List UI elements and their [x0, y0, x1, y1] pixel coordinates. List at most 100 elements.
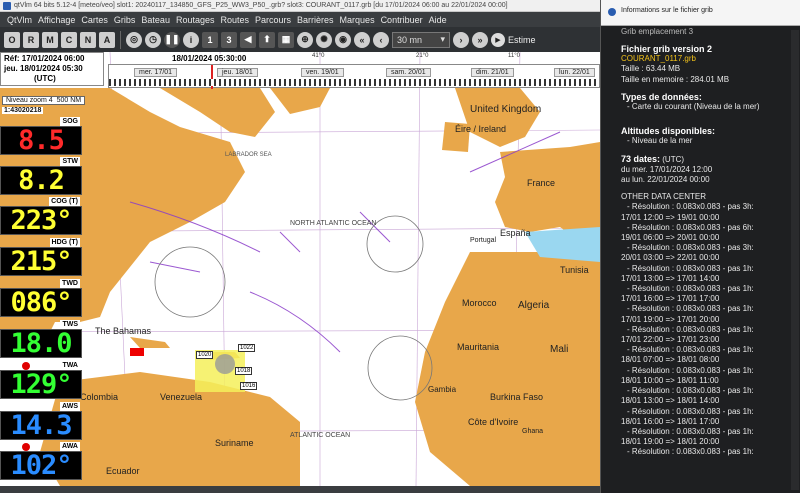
toolbar-separator: [120, 30, 121, 49]
rewind-icon[interactable]: «: [354, 31, 370, 48]
instrument-aws[interactable]: AWS 14.3: [0, 402, 82, 440]
resolution-line: 18/01 07:00 => 18/01 08:00: [621, 355, 720, 365]
menu-barrieres[interactable]: Barrières: [294, 15, 337, 25]
instrument-value: 8.5: [0, 126, 82, 155]
forward-icon[interactable]: ›: [453, 31, 469, 48]
resolution-line: 20/01 03:00 => 22/01 00:00: [621, 253, 720, 263]
resolution-line: - Résolution : 0.083x0.083 - pas 1h:: [627, 324, 754, 334]
tool-m-button[interactable]: M: [42, 31, 58, 48]
clock-icon[interactable]: ◷: [145, 31, 161, 48]
instrument-value: 086°: [0, 288, 82, 317]
target-icon[interactable]: ◉: [335, 31, 351, 48]
date-label: lun. 22/01: [554, 68, 595, 77]
map-label-mali: Mali: [550, 344, 569, 355]
estime-button[interactable]: ▶ Estime: [491, 32, 536, 47]
panel-scrollbar[interactable]: [791, 30, 799, 490]
resolution-line: - Résolution : 0.083x0.083 - pas 1h:: [627, 365, 754, 375]
tool-a-button[interactable]: A: [99, 31, 115, 48]
status-bar: [0, 486, 600, 493]
menu-contribuer[interactable]: Contribuer: [378, 15, 426, 25]
waypoint-1020[interactable]: 1020: [196, 351, 214, 359]
ais-3-icon[interactable]: 3: [221, 31, 237, 48]
tool-c-button[interactable]: C: [61, 31, 77, 48]
date-label: ven. 19/01: [301, 68, 344, 77]
instrument-hdg[interactable]: HDG (T) 215°: [0, 238, 82, 276]
dates-heading: 73 dates: (UTC): [621, 153, 685, 164]
altitudes-heading: Altitudes disponibles:: [621, 126, 716, 137]
menu-aide[interactable]: Aide: [426, 15, 450, 25]
fast-forward-icon[interactable]: »: [472, 31, 488, 48]
compass-icon[interactable]: ◎: [126, 31, 142, 48]
map-label-ireland: Éire / Ireland: [455, 124, 507, 134]
resolution-line: 18/01 16:00 => 18/01 17:00: [621, 416, 720, 426]
waypoint-1018[interactable]: 1018: [235, 367, 253, 375]
instrument-stw[interactable]: STW 8.2: [0, 157, 82, 195]
tool-n-button[interactable]: N: [80, 31, 96, 48]
menu-bar: QtVlm Affichage Cartes Gribs Bateau Rout…: [0, 12, 600, 27]
resolution-line: - Résolution : 0.083x0.083 - pas 1h:: [627, 406, 754, 416]
map-label-burkina: Burkina Faso: [490, 392, 544, 402]
resolution-line: - Résolution : 0.083x0.083 - pas 1h:: [627, 426, 754, 436]
menu-gribs[interactable]: Gribs: [111, 15, 139, 25]
resolution-line: 19/01 06:00 => 20/01 00:00: [621, 233, 720, 243]
data-types-heading: Types de données:: [621, 91, 702, 102]
globe-icon[interactable]: ⊕: [297, 31, 313, 48]
menu-cartes[interactable]: Cartes: [78, 15, 111, 25]
instrument-value: 18.0: [0, 329, 82, 358]
grib-filename: COURANT_0117.grb: [621, 54, 696, 64]
grid-icon[interactable]: ▦: [278, 31, 294, 48]
menu-affichage[interactable]: Affichage: [35, 15, 78, 25]
grib-version: Fichier grib version 2: [621, 44, 713, 54]
date-label: sam. 20/01: [386, 68, 431, 77]
instrument-twa[interactable]: TWA 129°: [0, 361, 82, 399]
waypoint-1022[interactable]: 1022: [238, 344, 256, 352]
life-buoy-icon[interactable]: ✺: [316, 31, 332, 48]
ais-1-icon[interactable]: 1: [202, 31, 218, 48]
resolution-line: - Résolution : 0.083x0.083 - pas 1h:: [627, 304, 754, 314]
map-view[interactable]: LABRADOR SEA NORTH ATLANTIC OCEAN ATLANT…: [0, 52, 600, 486]
map-label-portugal: Portugal: [470, 237, 497, 244]
waypoint-1016[interactable]: 1016: [240, 382, 258, 390]
time-step-select[interactable]: 30 mn ▾: [392, 31, 450, 48]
menu-routages[interactable]: Routages: [173, 15, 218, 25]
menu-routes[interactable]: Routes: [217, 15, 252, 25]
instrument-value: 8.2: [0, 166, 82, 195]
menu-parcours[interactable]: Parcours: [252, 15, 294, 25]
menu-bateau[interactable]: Bateau: [138, 15, 173, 25]
menu-marques[interactable]: Marques: [337, 15, 378, 25]
ref-time: Réf: 17/01/2024 06:00: [4, 54, 85, 63]
instrument-cog[interactable]: COG (T) 223°: [0, 197, 82, 235]
data-center: OTHER DATA CENTER: [621, 192, 707, 202]
app-icon: [608, 8, 616, 16]
instrument-awa[interactable]: AWA 102°: [0, 442, 82, 480]
resolution-line: 17/01 22:00 => 17/01 23:00: [621, 335, 720, 345]
instrument-sog[interactable]: SOG 8.5: [0, 117, 82, 155]
zoom-level: Niveau zoom 4 500 NM: [2, 96, 86, 105]
pause-icon[interactable]: ❚❚: [164, 31, 180, 48]
date-slider[interactable]: mer. 17/01 jeu. 18/01 ven. 19/01 sam. 20…: [108, 64, 600, 89]
info-icon[interactable]: i: [183, 31, 199, 48]
map-label-labrador: LABRADOR SEA: [225, 152, 272, 158]
grib-memsize: Taille en memoire : 284.01 MB: [621, 74, 730, 84]
date-label: mer. 17/01: [134, 68, 178, 77]
instrument-twd[interactable]: TWD 086°: [0, 279, 82, 317]
menu-qtvlm[interactable]: QtVlm: [4, 15, 35, 25]
up-arrow-icon[interactable]: ⬆: [259, 31, 275, 48]
resolution-line: 18/01 13:00 => 18/01 14:00: [621, 396, 720, 406]
instrument-value: 223°: [0, 206, 82, 235]
scale-ratio: 1:43020218: [2, 107, 44, 114]
panel-body: Fichier grib version 2 COURANT_0117.grb …: [621, 44, 799, 458]
grib-time-steps: [109, 79, 599, 86]
resolution-line: - Résolution : 0.083x0.083 - pas 6h:: [627, 222, 754, 232]
prev-icon[interactable]: ◀: [240, 31, 256, 48]
tool-o-button[interactable]: O: [4, 31, 20, 48]
qtvlm-window: qtVlm 64 bits 5.12-4 [meteo/veo] slot1: …: [0, 0, 800, 493]
map-label-france: France: [527, 178, 556, 188]
map-label-mauritania: Mauritania: [457, 342, 500, 352]
back-icon[interactable]: ‹: [373, 31, 389, 48]
tool-r-button[interactable]: R: [23, 31, 39, 48]
resolution-line: - Résolution : 0.083x0.083 - pas 1h:: [627, 447, 754, 457]
map-label-atlantic: ATLANTIC OCEAN: [290, 432, 351, 439]
panel-slot: Grib emplacement 3: [621, 27, 694, 36]
instrument-tws[interactable]: TWS 18.0: [0, 320, 82, 358]
